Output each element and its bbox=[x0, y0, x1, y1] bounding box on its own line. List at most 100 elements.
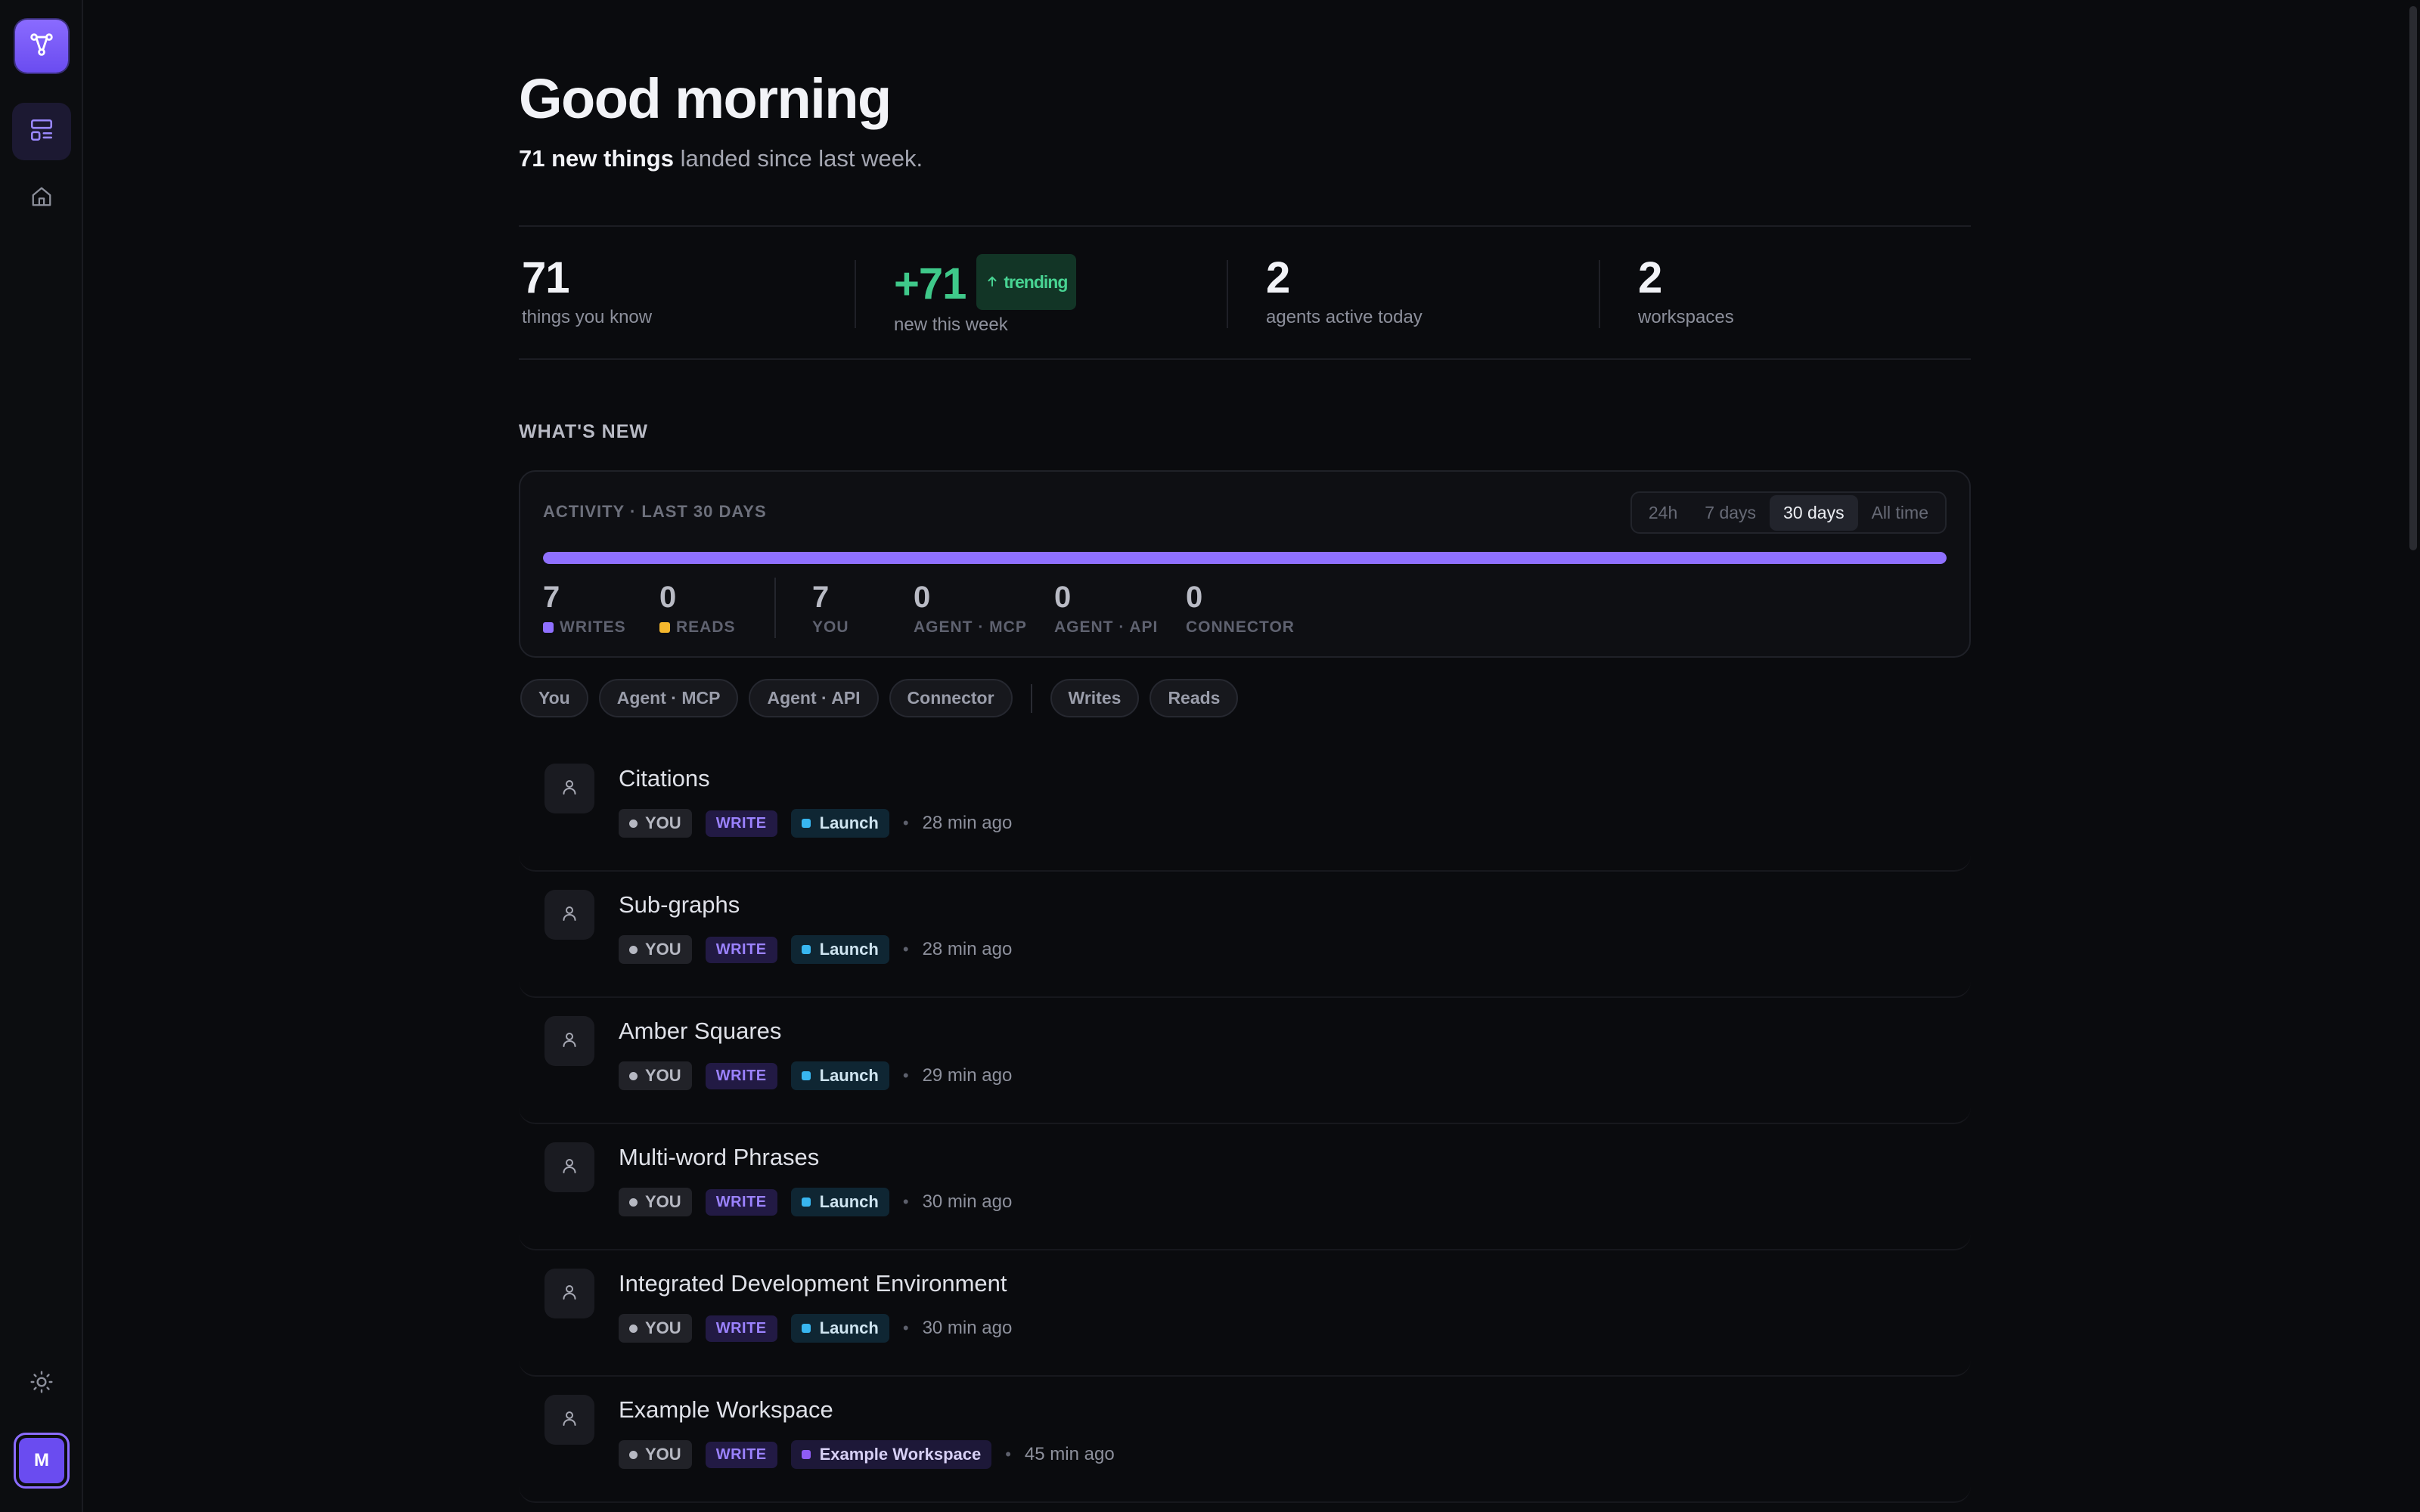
sidebar-item-home[interactable] bbox=[12, 169, 71, 227]
user-avatar-button[interactable]: M bbox=[14, 1433, 70, 1489]
range-option-all-time[interactable]: All time bbox=[1858, 495, 1942, 531]
stat-agents-active: 2 agents active today bbox=[1266, 254, 1423, 328]
count-value: 7 bbox=[812, 581, 830, 614]
avatar bbox=[544, 1016, 594, 1066]
actor-badge: YOU bbox=[619, 809, 692, 838]
avatar bbox=[544, 890, 594, 940]
feed-item-tags: YOU WRITE Launch • 30 min ago bbox=[619, 1314, 1012, 1343]
actor-dot bbox=[629, 819, 638, 828]
feed-item-tags: YOU WRITE Launch • 28 min ago bbox=[619, 935, 1012, 964]
subtitle-count: 71 new things bbox=[519, 145, 674, 172]
range-option-7-days[interactable]: 7 days bbox=[1691, 495, 1770, 531]
range-option-24h[interactable]: 24h bbox=[1635, 495, 1691, 531]
actor-dot bbox=[629, 1198, 638, 1207]
separator-dot: • bbox=[902, 813, 909, 832]
feed-item-tags: YOU WRITE Launch • 28 min ago bbox=[619, 809, 1012, 838]
activity-panel: ACTIVITY · LAST 30 DAYS 24h 7 days 30 da… bbox=[519, 470, 1971, 658]
range-option-30-days[interactable]: 30 days bbox=[1770, 494, 1858, 531]
count-connector: 0 CONNECTOR bbox=[1186, 581, 1295, 637]
writes-legend-swatch bbox=[543, 622, 554, 633]
feed-item[interactable]: Sub-graphs YOU WRITE Launch • 28 min ago bbox=[519, 872, 1971, 998]
count-label-text: WRITES bbox=[560, 618, 626, 636]
workspace-color-swatch bbox=[801, 945, 811, 954]
actor-badge: YOU bbox=[619, 1314, 692, 1343]
count-label: READS bbox=[659, 618, 736, 637]
filter-chip-agent-api[interactable]: Agent · API bbox=[749, 679, 879, 717]
workspace-label: Launch bbox=[819, 940, 879, 959]
filter-chip-writes[interactable]: Writes bbox=[1050, 679, 1140, 717]
feed-item-title[interactable]: Example Workspace bbox=[619, 1396, 833, 1424]
feed-item[interactable]: Integrated Development Environment YOU W… bbox=[519, 1250, 1971, 1377]
feed-item[interactable]: Example Workspace YOU WRITE Example Work… bbox=[519, 1377, 1971, 1503]
workspace-label: Launch bbox=[819, 1192, 879, 1211]
count-you: 7 YOU bbox=[812, 581, 849, 637]
workspace-badge[interactable]: Launch bbox=[790, 1188, 889, 1216]
stat-new-this-week: +71 trending new this week bbox=[894, 254, 1077, 336]
actor-dot bbox=[629, 1071, 638, 1080]
stat-value: 71 bbox=[522, 253, 570, 302]
stat-value: 2 bbox=[1638, 253, 1662, 302]
actor-dot bbox=[629, 1324, 638, 1333]
theme-toggle-button[interactable] bbox=[12, 1355, 71, 1412]
workspace-label: Launch bbox=[819, 1066, 879, 1085]
trending-label: trending bbox=[1004, 272, 1068, 292]
separator-dot: • bbox=[1005, 1445, 1011, 1464]
actor-badge: YOU bbox=[619, 1188, 692, 1216]
time-range-selector: 24h 7 days 30 days All time bbox=[1630, 491, 1947, 534]
count-value: 0 bbox=[914, 581, 931, 614]
filter-chip-connector[interactable]: Connector bbox=[889, 679, 1013, 717]
user-icon bbox=[560, 778, 579, 800]
workspace-badge[interactable]: Launch bbox=[790, 935, 889, 964]
scrollbar-thumb[interactable] bbox=[2409, 6, 2417, 550]
activity-bar-writes-fill bbox=[543, 552, 1947, 564]
stat-workspaces: 2 workspaces bbox=[1638, 254, 1734, 328]
user-icon bbox=[560, 1030, 579, 1052]
filter-chip-reads[interactable]: Reads bbox=[1150, 679, 1239, 717]
section-title-whats-new: WHAT'S NEW bbox=[519, 421, 649, 442]
feed-item-title[interactable]: Integrated Development Environment bbox=[619, 1270, 1007, 1297]
app-logo-button[interactable] bbox=[15, 20, 68, 73]
sun-icon bbox=[29, 1370, 54, 1398]
user-icon bbox=[560, 1157, 579, 1179]
stat-things-you-know: 71 things you know bbox=[522, 254, 652, 328]
scrollbar[interactable] bbox=[2403, 0, 2420, 1512]
feed-item-title[interactable]: Amber Squares bbox=[619, 1018, 781, 1045]
actor-label: YOU bbox=[645, 1066, 681, 1085]
feed-item-tags: YOU WRITE Launch • 30 min ago bbox=[619, 1188, 1012, 1216]
feed-item[interactable]: Multi-word Phrases YOU WRITE Launch • 30… bbox=[519, 1124, 1971, 1250]
count-agent-mcp: 0 AGENT · MCP bbox=[914, 581, 1027, 637]
filter-chip-you[interactable]: You bbox=[520, 679, 588, 717]
workspace-badge[interactable]: Example Workspace bbox=[790, 1440, 992, 1469]
sidebar-item-feed[interactable] bbox=[12, 103, 71, 160]
actor-label: YOU bbox=[645, 940, 681, 959]
feed-item-title[interactable]: Citations bbox=[619, 765, 710, 792]
feed-item-title[interactable]: Sub-graphs bbox=[619, 891, 740, 919]
workspace-color-swatch bbox=[801, 819, 811, 828]
feed-item[interactable]: Amber Squares YOU WRITE Launch • 29 min … bbox=[519, 998, 1971, 1124]
page-subtitle: 71 new things landed since last week. bbox=[519, 145, 923, 172]
stat-divider bbox=[855, 260, 856, 328]
filter-chip-agent-mcp[interactable]: Agent · MCP bbox=[598, 679, 739, 717]
workspace-label: Example Workspace bbox=[819, 1445, 982, 1464]
count-value: 7 bbox=[543, 581, 560, 614]
count-label-text: READS bbox=[676, 618, 736, 636]
workspace-badge[interactable]: Launch bbox=[790, 1061, 889, 1090]
workspace-badge[interactable]: Launch bbox=[790, 1314, 889, 1343]
workspace-label: Launch bbox=[819, 1318, 879, 1337]
action-badge: WRITE bbox=[705, 1062, 777, 1089]
actor-label: YOU bbox=[645, 1445, 681, 1464]
separator-dot: • bbox=[902, 1192, 909, 1211]
action-badge: WRITE bbox=[705, 1315, 777, 1342]
action-badge: WRITE bbox=[705, 1441, 777, 1468]
workspace-badge[interactable]: Launch bbox=[790, 809, 889, 838]
feed-item-title[interactable]: Multi-word Phrases bbox=[619, 1144, 819, 1171]
count-label: CONNECTOR bbox=[1186, 618, 1295, 636]
stat-value-text: +71 bbox=[894, 259, 966, 308]
actor-label: YOU bbox=[645, 1192, 681, 1211]
feed-item[interactable]: Citations YOU WRITE Launch • 28 min ago bbox=[519, 745, 1971, 872]
count-label: AGENT · MCP bbox=[914, 618, 1027, 636]
avatar: M bbox=[19, 1438, 64, 1483]
separator-dot: • bbox=[902, 1066, 909, 1085]
avatar bbox=[544, 1395, 594, 1445]
stat-label: new this week bbox=[894, 314, 1008, 335]
